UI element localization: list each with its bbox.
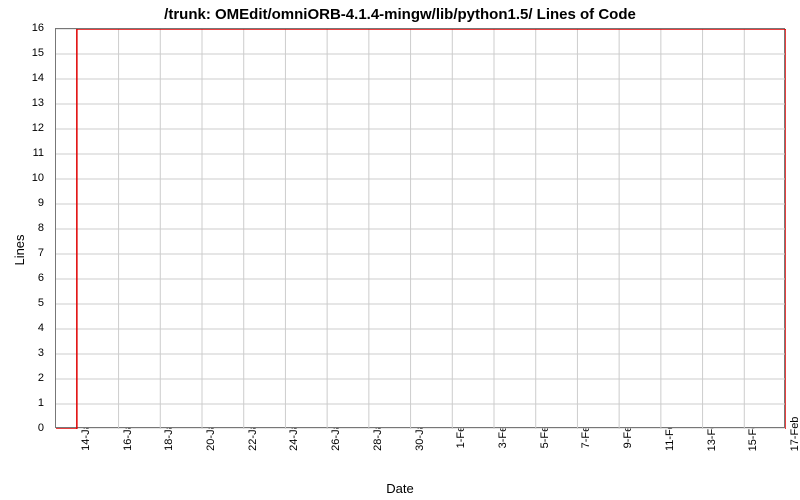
x-tick-label: 17-Feb [789, 417, 800, 452]
plot-area [55, 28, 785, 428]
y-tick-label: 3 [4, 347, 44, 359]
y-tick-label: 11 [4, 147, 44, 159]
y-tick-label: 2 [4, 372, 44, 384]
y-tick-label: 8 [4, 222, 44, 234]
y-tick-label: 5 [4, 297, 44, 309]
y-tick-label: 14 [4, 72, 44, 84]
chart-title: /trunk: OMEdit/omniORB-4.1.4-mingw/lib/p… [0, 6, 800, 23]
chart-container: /trunk: OMEdit/omniORB-4.1.4-mingw/lib/p… [0, 0, 800, 500]
y-tick-label: 13 [4, 97, 44, 109]
y-tick-label: 1 [4, 397, 44, 409]
y-tick-label: 12 [4, 122, 44, 134]
y-tick-label: 9 [4, 197, 44, 209]
y-tick-label: 10 [4, 172, 44, 184]
y-tick-label: 16 [4, 22, 44, 34]
gridlines [56, 29, 786, 429]
y-tick-label: 0 [4, 422, 44, 434]
y-tick-label: 15 [4, 47, 44, 59]
x-axis-ticks: 14-Jan16-Jan18-Jan20-Jan22-Jan24-Jan26-J… [55, 430, 785, 490]
y-axis-ticks: 012345678910111213141516 [0, 28, 50, 428]
y-tick-label: 7 [4, 247, 44, 259]
chart-svg [56, 29, 786, 429]
y-tick-label: 6 [4, 272, 44, 284]
y-tick-label: 4 [4, 322, 44, 334]
